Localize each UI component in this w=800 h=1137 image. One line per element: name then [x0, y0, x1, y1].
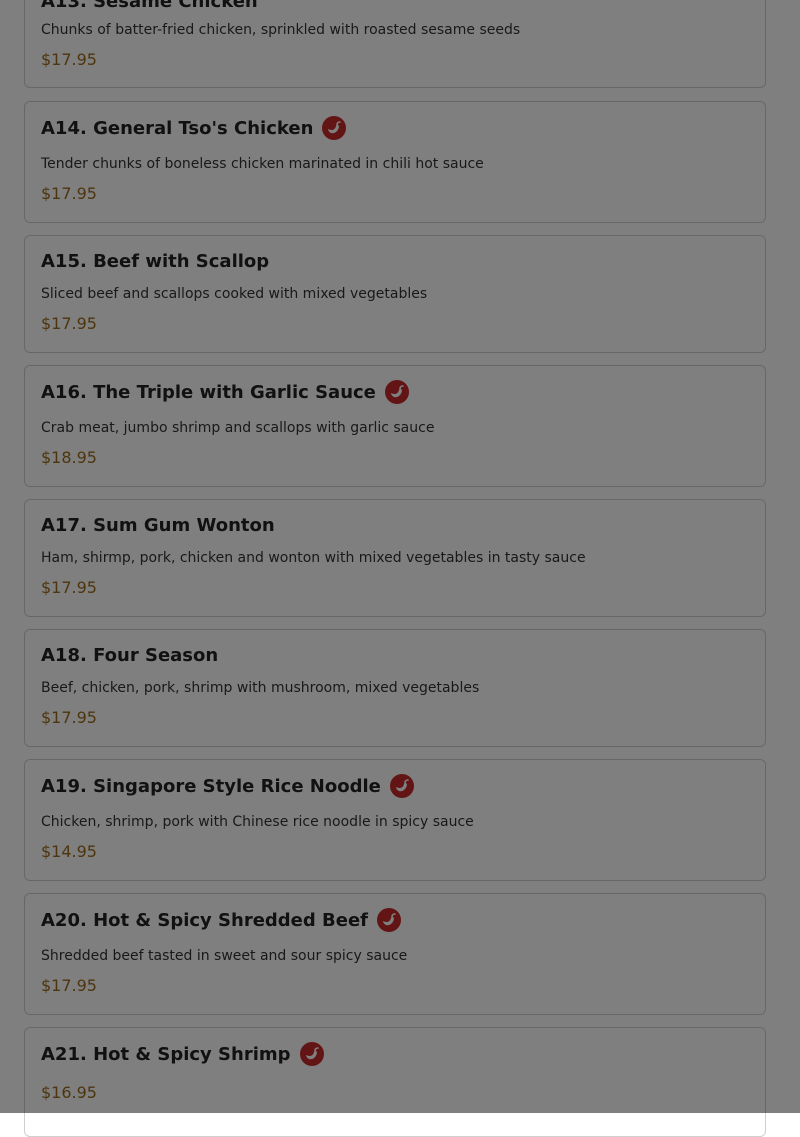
menu-item-name: A16. The Triple with Garlic Sauce	[41, 380, 409, 404]
chili-pepper-icon	[377, 908, 401, 932]
menu-item-description: Beef, chicken, pork, shrimp with mushroo…	[41, 680, 480, 696]
menu-item-description: Chicken, shrimp, pork with Chinese rice …	[41, 814, 474, 830]
menu-item-name-text: A18. Four Season	[41, 645, 219, 666]
menu-item-name: A19. Singapore Style Rice Noodle	[41, 774, 414, 798]
menu-item-name-text: A16. The Triple with Garlic Sauce	[41, 381, 376, 403]
menu-item-name-text: A14. General Tso's Chicken	[41, 117, 314, 139]
menu-item-description: Shredded beef tasted in sweet and sour s…	[41, 948, 408, 964]
menu-item-name: A15. Beef with Scallop	[41, 251, 269, 272]
menu-item-price: $17.95	[41, 50, 97, 69]
menu-item-card[interactable]: A21. Hot & Spicy Shrimp $16.95	[24, 1027, 766, 1137]
menu-item-card[interactable]: A18. Four Season Beef, chicken, pork, sh…	[24, 629, 766, 747]
menu-item-price: $17.95	[41, 708, 97, 727]
menu-item-name-text: A13. Sesame Chicken	[41, 0, 258, 12]
menu-item-description: Tender chunks of boneless chicken marina…	[41, 156, 484, 172]
menu-item-card[interactable]: A13. Sesame Chicken Chunks of batter-fri…	[24, 0, 766, 88]
menu-item-name: A17. Sum Gum Wonton	[41, 515, 275, 536]
menu-item-description: Ham, shirmp, pork, chicken and wonton wi…	[41, 550, 586, 566]
menu-item-name-text: A19. Singapore Style Rice Noodle	[41, 775, 381, 797]
menu-item-description: Crab meat, jumbo shrimp and scallops wit…	[41, 420, 435, 436]
menu-item-card[interactable]: A20. Hot & Spicy Shredded Beef Shredded …	[24, 893, 766, 1015]
menu-item-name-text: A20. Hot & Spicy Shredded Beef	[41, 909, 368, 931]
menu-item-name: A18. Four Season	[41, 645, 218, 666]
menu-item-name-text: A17. Sum Gum Wonton	[41, 515, 275, 536]
menu-item-name: A20. Hot & Spicy Shredded Beef	[41, 908, 401, 932]
chili-pepper-icon	[389, 774, 414, 798]
menu-item-card[interactable]: A19. Singapore Style Rice Noodle Chicken…	[24, 759, 766, 881]
menu-item-card[interactable]: A14. General Tso's Chicken Tender chunks…	[24, 101, 766, 223]
menu-item-name-text: A21. Hot & Spicy Shrimp	[41, 1043, 291, 1065]
menu-item-card[interactable]: A15. Beef with Scallop Sliced beef and s…	[24, 235, 766, 353]
chili-pepper-icon	[384, 380, 409, 404]
menu-item-description: Sliced beef and scallops cooked with mix…	[41, 286, 428, 302]
menu-item-price: $14.95	[41, 842, 97, 861]
menu-item-price: $17.95	[41, 184, 97, 203]
menu-item-name: A14. General Tso's Chicken	[41, 116, 347, 140]
chili-pepper-icon	[299, 1042, 324, 1066]
menu-item-name: A13. Sesame Chicken	[41, 0, 258, 12]
menu-item-price: $17.95	[41, 314, 97, 333]
menu-item-card[interactable]: A16. The Triple with Garlic Sauce Crab m…	[24, 365, 766, 487]
menu-item-price: $16.95	[41, 1083, 97, 1102]
menu-item-name-text: A15. Beef with Scallop	[41, 251, 270, 272]
menu-item-description: Chunks of batter-fried chicken, sprinkle…	[41, 22, 521, 38]
menu-item-card[interactable]: A17. Sum Gum Wonton Ham, shirmp, pork, c…	[24, 499, 766, 617]
menu-item-price: $17.95	[41, 578, 97, 597]
menu-item-price: $17.95	[41, 976, 97, 995]
menu-item-name: A21. Hot & Spicy Shrimp	[41, 1042, 324, 1066]
chili-pepper-icon	[322, 116, 347, 140]
menu-item-price: $18.95	[41, 448, 97, 467]
